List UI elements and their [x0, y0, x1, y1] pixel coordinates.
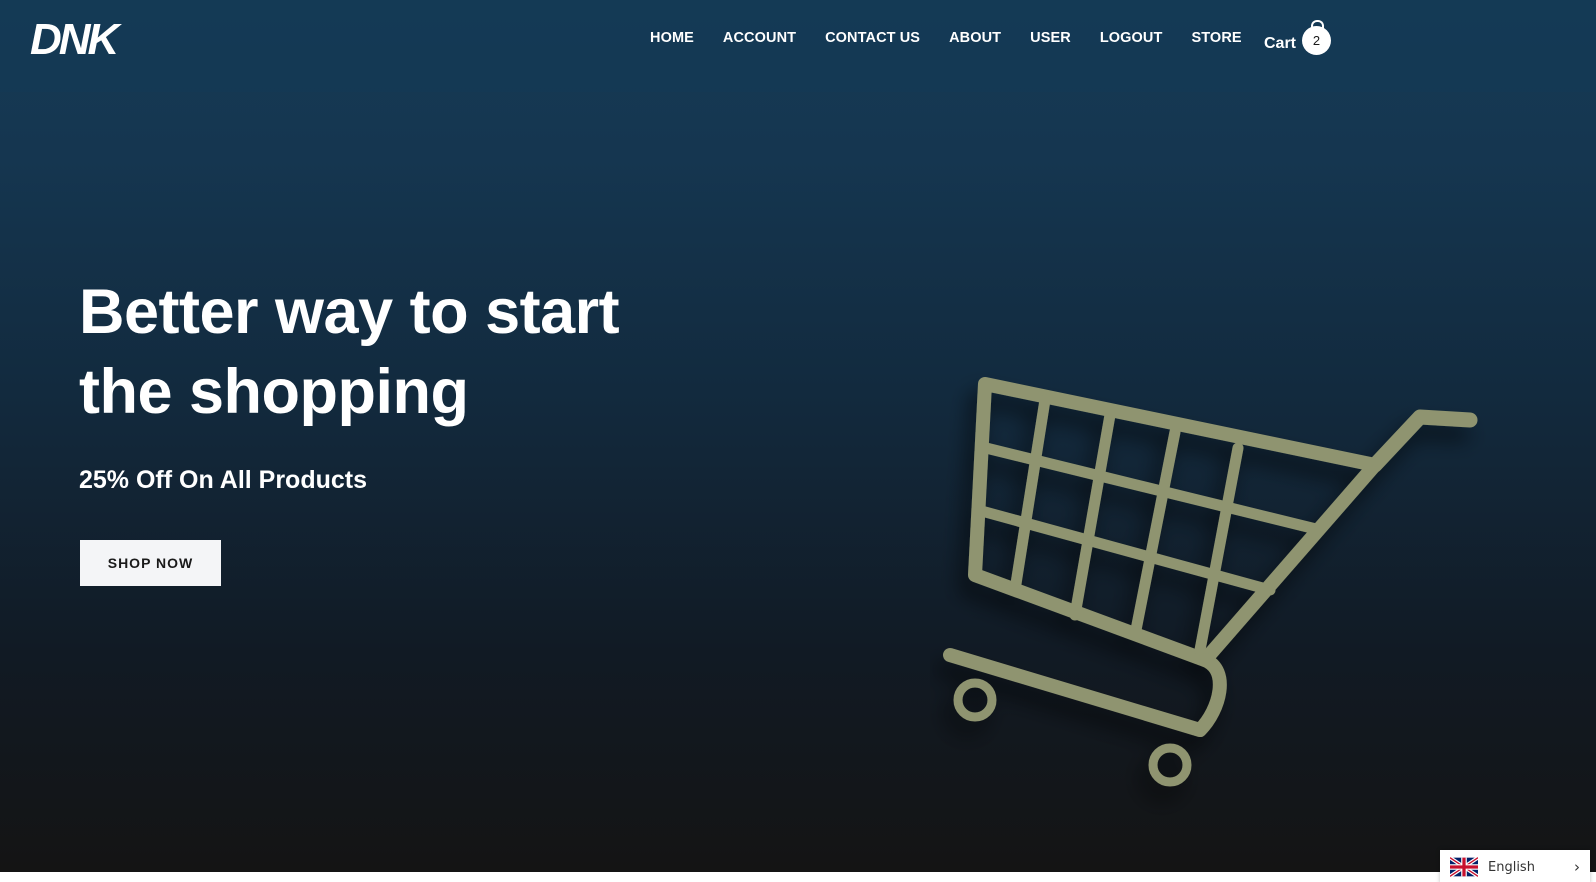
shop-now-button[interactable]: SHOP NOW	[80, 540, 221, 586]
nav-store[interactable]: STORE	[1191, 30, 1241, 46]
cart-count-badge: 2	[1312, 33, 1321, 48]
hero-headline-line2: the shopping	[79, 357, 469, 427]
uk-flag-icon	[1450, 857, 1478, 877]
brand-logo[interactable]: DNK	[30, 14, 148, 64]
shopping-bag-icon: 2	[1302, 20, 1332, 55]
nav-user[interactable]: USER	[1030, 30, 1071, 46]
cart-label: Cart	[1264, 34, 1297, 52]
nav-account[interactable]: ACCOUNT	[723, 30, 796, 46]
language-selector[interactable]: English ›	[1440, 850, 1590, 882]
chevron-right-icon: ›	[1574, 858, 1580, 876]
nav-logout[interactable]: LOGOUT	[1100, 30, 1163, 46]
nav-home[interactable]: HOME	[650, 30, 694, 46]
nav-contact-us[interactable]: CONTACT US	[825, 30, 920, 46]
shopping-cart-icon	[943, 377, 1478, 787]
hero-headline: Better way to start the shopping	[79, 272, 699, 432]
language-label: English	[1488, 859, 1535, 875]
cart-link[interactable]: Cart 2	[1264, 20, 1332, 55]
brand-logo-text: DNK	[30, 15, 123, 64]
nav-about[interactable]: ABOUT	[949, 30, 1001, 46]
hero-section: DNK HOME ACCOUNT CONTACT US ABOUT USER L…	[0, 0, 1596, 872]
hero-headline-line1: Better way to start	[79, 277, 620, 347]
main-nav: HOME ACCOUNT CONTACT US ABOUT USER LOGOU…	[650, 30, 1271, 46]
hero-subheadline: 25% Off On All Products	[79, 466, 368, 494]
